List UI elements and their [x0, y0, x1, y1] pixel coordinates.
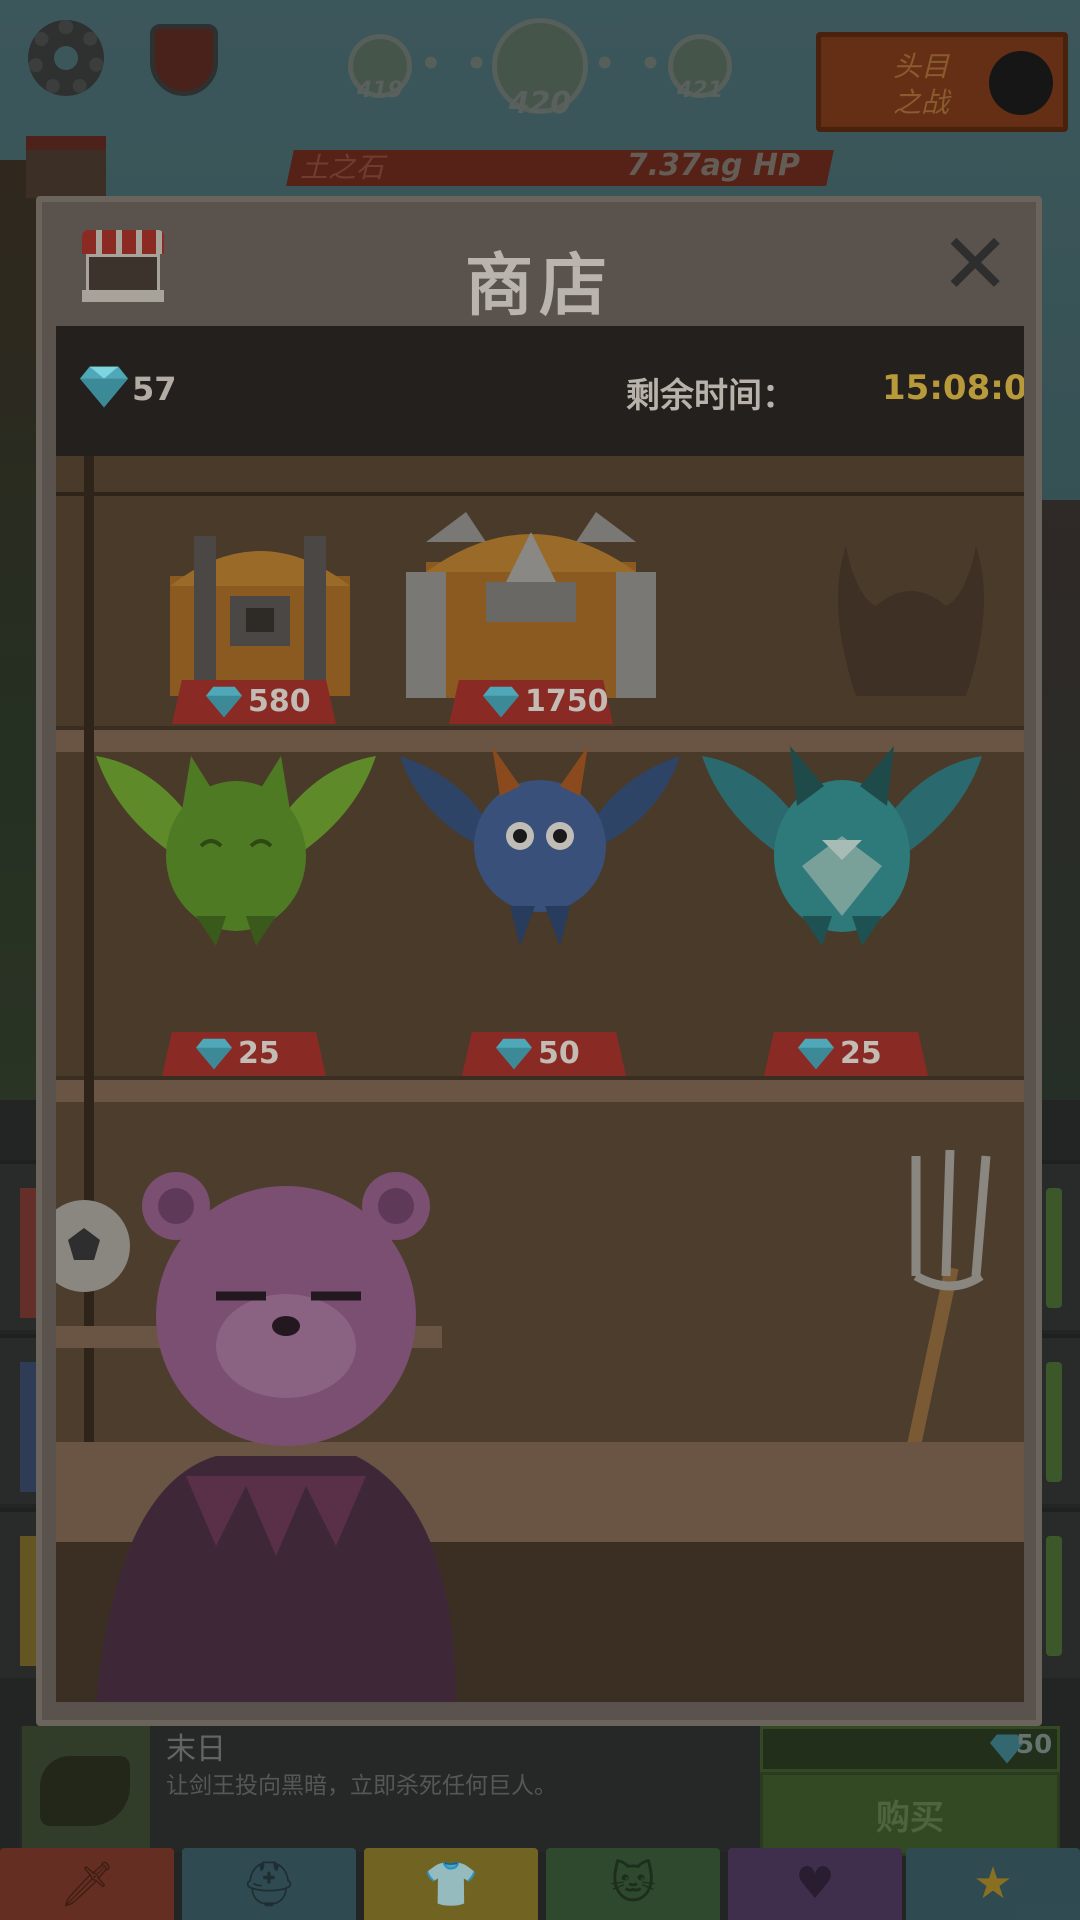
- price-value: 50: [538, 1036, 580, 1071]
- price-value: 580: [248, 684, 311, 719]
- price-tag[interactable]: 25: [162, 1032, 326, 1076]
- pitchfork-icon: [907, 1149, 991, 1446]
- shop-shelves: 57 剩余时间： 15:08:01 580: [56, 326, 1024, 1702]
- time-remaining-value: 15:08:01: [882, 368, 1024, 408]
- price-value: 25: [840, 1036, 882, 1071]
- bear-shopkeeper-icon: [96, 1172, 456, 1702]
- gem-icon: [496, 1038, 532, 1070]
- blue-fluff-pet-icon[interactable]: [400, 736, 680, 946]
- shop-info-bar: 57 剩余时间： 15:08:01: [56, 326, 1024, 456]
- price-value: 1750: [525, 684, 609, 719]
- gem-icon: [798, 1038, 834, 1070]
- price-tag[interactable]: 50: [462, 1032, 626, 1076]
- price-tag[interactable]: 25: [764, 1032, 928, 1076]
- modal-header: 商店 ✕: [42, 202, 1036, 326]
- gem-icon: [196, 1038, 232, 1070]
- gem-icon: [80, 366, 128, 408]
- shelf-line: [56, 492, 1024, 496]
- green-owl-pet-icon[interactable]: [96, 736, 376, 946]
- gem-icon: [206, 686, 242, 718]
- wooden-chest-icon[interactable]: [160, 526, 360, 696]
- time-remaining-label: 剩余时间：: [626, 376, 796, 416]
- shop-modal: 商店 ✕ 57 剩余时间： 15:08:01: [36, 196, 1042, 1726]
- price-tag[interactable]: 1750: [449, 680, 613, 724]
- teal-bird-pet-icon[interactable]: [702, 736, 982, 946]
- modal-title: 商店: [464, 247, 613, 326]
- iron-chest-icon[interactable]: [406, 502, 656, 698]
- price-value: 25: [238, 1036, 280, 1071]
- shelf-plank: [56, 1080, 1024, 1102]
- gem-balance: 57: [132, 370, 177, 408]
- gem-icon: [483, 686, 519, 718]
- price-tag[interactable]: 580: [172, 680, 336, 724]
- close-button[interactable]: ✕: [940, 222, 1010, 306]
- locked-helmet-silhouette-icon: [838, 546, 984, 696]
